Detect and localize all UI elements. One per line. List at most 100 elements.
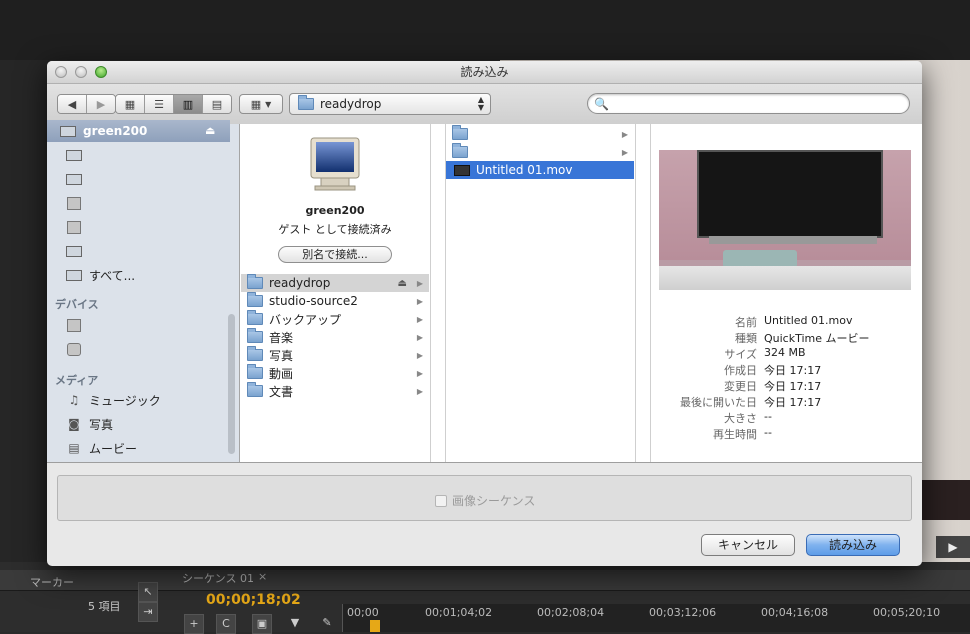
folder-row[interactable]: 文書 ▶ [241, 382, 429, 400]
back-arrow-icon[interactable]: ◀ [58, 95, 87, 113]
folder-icon [247, 292, 263, 307]
sequence-tab-close-icon[interactable]: × [258, 570, 267, 583]
add-marker-icon[interactable]: ▼ [286, 614, 304, 632]
icon-view-icon[interactable]: ▦ [116, 95, 145, 113]
checkbox-label: 画像シーケンス [452, 494, 536, 508]
sidebar-item-all[interactable]: すべて... [55, 264, 225, 286]
marker-tool-icon[interactable]: ▣ [252, 614, 272, 634]
track-select-tool-icon[interactable]: ⇥ [138, 602, 158, 622]
playhead[interactable] [370, 620, 380, 632]
sidebar-item-computer[interactable] [55, 168, 225, 190]
file-label: Untitled 01.mov [476, 163, 573, 177]
sidebar-item-label: ミュージック [89, 393, 161, 408]
zoom-window-button[interactable] [95, 66, 107, 78]
info-value: -- [764, 426, 772, 439]
sidebar-item-photos[interactable]: ◙ 写真 [55, 413, 225, 435]
timeline-ruler[interactable]: 00;00 00;01;04;02 00;02;08;04 00;03;12;0… [342, 604, 970, 632]
sidebar-scrollbar[interactable] [228, 314, 235, 454]
minimize-window-button[interactable] [75, 66, 87, 78]
folder-icon [247, 346, 263, 361]
chevron-down-icon: ▼ [265, 99, 272, 109]
dialog-toolbar: ◀ ▶ ▦ ☰ ▥ ▤ ▦ ▼ readydrop ▲ ▼ 🔍 [47, 84, 922, 125]
sidebar-item-label: green200 [83, 124, 148, 138]
ruler-label: 00;03;12;06 [649, 606, 717, 619]
coverflow-view-icon[interactable]: ▤ [203, 95, 231, 113]
timecode[interactable]: 00;00;18;02 [206, 592, 301, 608]
path-popup[interactable]: readydrop ▲ ▼ [289, 93, 491, 115]
sidebar-item-device[interactable] [55, 314, 225, 336]
ruler-label: 00;04;16;08 [761, 606, 829, 619]
movie-file-icon [454, 164, 470, 176]
arrange-menu-button[interactable]: ▦ ▼ [239, 94, 283, 114]
sidebar-item-computer[interactable] [55, 144, 225, 166]
music-note-icon: ♫ [68, 393, 80, 407]
sidebar-item-label: すべて... [89, 268, 136, 283]
sidebar-item-label: 写真 [89, 417, 114, 432]
sidebar-item-music[interactable]: ♫ ミュージック [55, 389, 225, 411]
sidebar-item-server[interactable] [55, 216, 225, 238]
search-input[interactable]: 🔍 [587, 93, 910, 114]
import-dialog: 読み込み ◀ ▶ ▦ ☰ ▥ ▤ ▦ ▼ readydrop ▲ ▼ 🔍 gre… [47, 61, 922, 566]
cancel-button[interactable]: キャンセル [701, 534, 795, 556]
info-value: 今日 17:17 [764, 364, 822, 377]
forward-arrow-icon[interactable]: ▶ [87, 95, 115, 113]
file-browser: green200 ⏏ すべて... デバイス メディア ♫ ミュージック ◙ 写 [47, 120, 922, 463]
folder-icon [247, 310, 263, 325]
column-resize-handle[interactable] [431, 124, 446, 462]
column-view-icon[interactable]: ▥ [174, 95, 203, 113]
sidebar-item-movies[interactable]: ▤ ムービー [55, 437, 225, 459]
sidebar-item-shared-host[interactable]: green200 ⏏ [47, 120, 230, 142]
folder-icon [247, 328, 263, 343]
folder-label: readydrop [269, 276, 331, 290]
folder-icon [452, 125, 468, 140]
monitor-icon [65, 244, 83, 258]
import-button[interactable]: 読み込み [806, 534, 900, 556]
wrench-icon[interactable]: ✎ [318, 614, 336, 632]
eject-icon[interactable]: ⏏ [398, 278, 407, 289]
info-key: 再生時間 [713, 428, 757, 441]
folder-row[interactable]: 音楽 ▶ [241, 328, 429, 346]
checkbox-box[interactable] [435, 494, 447, 507]
eject-icon[interactable]: ⏏ [205, 124, 215, 137]
link-tool-icon[interactable]: C [216, 614, 236, 634]
snap-tool-icon[interactable]: + [184, 614, 204, 634]
ruler-label: 00;01;04;02 [425, 606, 493, 619]
folder-row[interactable]: ▶ [446, 125, 634, 143]
server-icon [65, 196, 83, 210]
info-key: 変更日 [724, 380, 757, 393]
background-play-button[interactable]: ▶ [936, 536, 970, 558]
folder-icon [247, 364, 263, 379]
dialog-title: 読み込み [460, 65, 509, 79]
sidebar-item-device[interactable] [55, 338, 225, 360]
folder-row[interactable]: 写真 ▶ [241, 346, 429, 364]
folder-row[interactable]: ▶ [446, 143, 634, 161]
connect-as-button[interactable]: 別名で接続... [278, 246, 392, 263]
path-popup-label: readydrop [320, 97, 382, 111]
info-key: 作成日 [724, 364, 757, 377]
grid-icon: ▦ [250, 97, 262, 111]
info-key: 最後に開いた日 [680, 396, 757, 409]
folder-row[interactable]: バックアップ ▶ [241, 310, 429, 328]
file-row-selected[interactable]: Untitled 01.mov [446, 161, 634, 179]
image-sequence-checkbox[interactable]: 画像シーケンス [435, 492, 535, 509]
info-value: Untitled 01.mov [764, 314, 853, 327]
sidebar-item-server[interactable] [55, 192, 225, 214]
column-files: ▶ ▶ Untitled 01.mov [445, 124, 636, 462]
monitor-icon [59, 124, 77, 138]
folder-row-readydrop[interactable]: readydrop ⏏ ▶ [241, 274, 429, 292]
selection-tool-icon[interactable]: ↖ [138, 582, 158, 602]
host-status: ゲスト として接続済み [278, 223, 392, 236]
host-name: green200 [305, 204, 365, 217]
sequence-tab[interactable]: シーケンス 01 [182, 570, 254, 586]
folder-row[interactable]: 動画 ▶ [241, 364, 429, 382]
folder-label: 写真 [269, 348, 294, 363]
marker-tab[interactable]: マーカー [30, 574, 74, 590]
folder-row[interactable]: studio-source2 ▶ [241, 292, 429, 310]
info-key: サイズ [724, 348, 757, 361]
folder-icon [452, 143, 468, 158]
list-view-icon[interactable]: ☰ [145, 95, 174, 113]
folder-label: studio-source2 [269, 294, 358, 308]
network-icon [65, 268, 83, 282]
sidebar-item-computer[interactable] [55, 240, 225, 262]
close-window-button[interactable] [55, 66, 67, 78]
